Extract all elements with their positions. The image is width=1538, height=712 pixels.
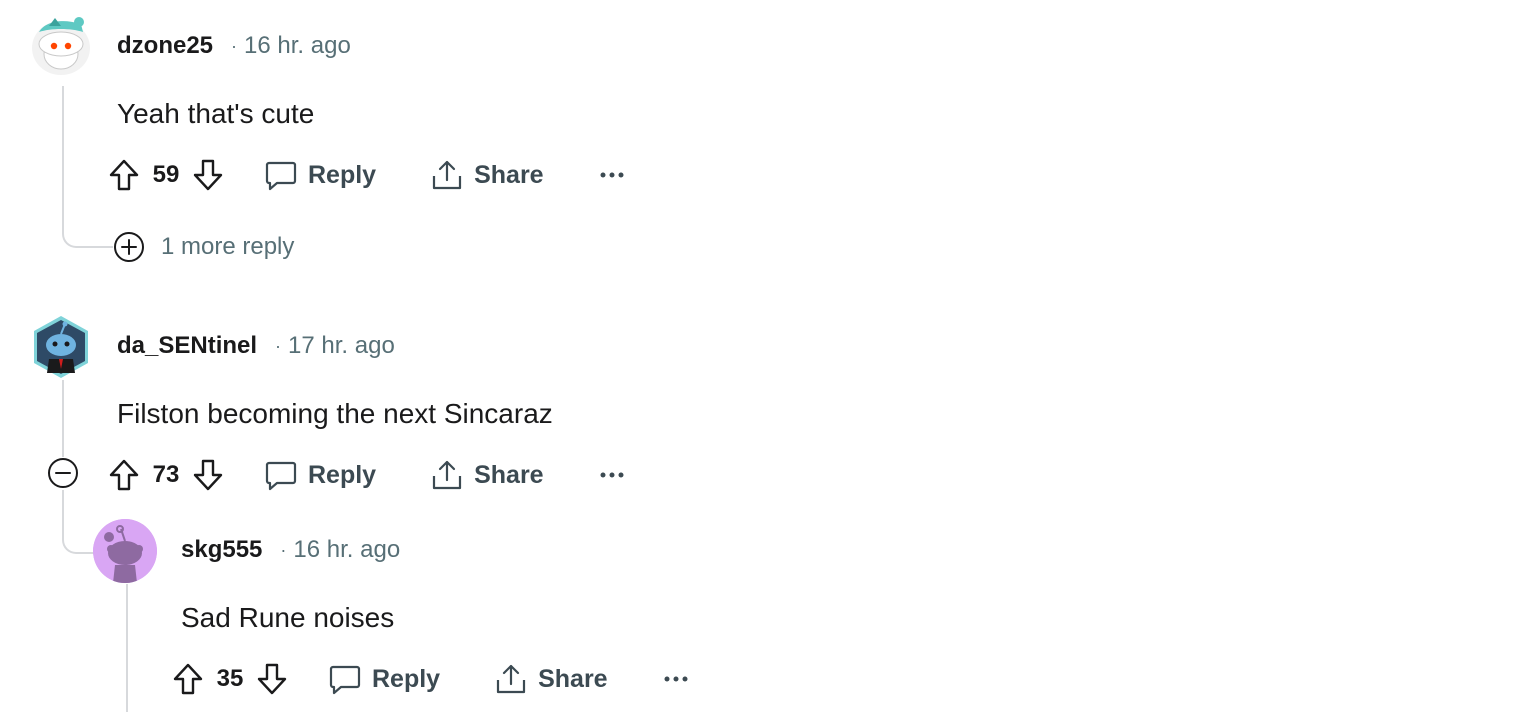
share-label: Share: [474, 160, 544, 189]
speech-bubble-icon: [265, 161, 297, 191]
share-button[interactable]: Share: [494, 662, 608, 696]
comment-body: Yeah that's cute: [117, 98, 315, 129]
share-button[interactable]: Share: [430, 458, 544, 492]
username[interactable]: dzone25: [117, 32, 213, 60]
reply-label: Reply: [308, 460, 377, 489]
reply-button[interactable]: Reply: [264, 458, 376, 492]
vote-score: 35: [216, 665, 244, 692]
reply-label: Reply: [372, 664, 441, 693]
comment-body: Filston becoming the next Sincaraz: [117, 398, 553, 429]
timestamp[interactable]: 16 hr. ago: [244, 32, 351, 60]
speech-bubble-icon: [265, 461, 297, 491]
thread-elbow: [62, 490, 94, 554]
reply-button[interactable]: Reply: [264, 158, 376, 192]
username[interactable]: skg555: [181, 536, 262, 564]
upvote-arrow-up-icon[interactable]: [170, 657, 206, 701]
timestamp[interactable]: 16 hr. ago: [293, 536, 400, 564]
more-replies-link[interactable]: 1 more reply: [161, 233, 294, 261]
share-label: Share: [474, 460, 544, 489]
more-options-ellipsis-icon[interactable]: [592, 453, 632, 497]
downvote-arrow-down-icon[interactable]: [254, 657, 290, 701]
thread-line: [62, 380, 64, 458]
share-upload-icon: [496, 664, 526, 694]
comment-actions: 73 Reply Share: [106, 453, 632, 497]
downvote-arrow-down-icon[interactable]: [190, 453, 226, 497]
comment-meta: skg555 · 16 hr. ago: [181, 536, 400, 564]
separator-dot: ·: [231, 35, 238, 56]
thread-line: [126, 584, 128, 712]
comment-body: Sad Rune noises: [181, 602, 395, 633]
reply-button[interactable]: Reply: [328, 662, 440, 696]
more-options-ellipsis-icon[interactable]: [656, 657, 696, 701]
vote-score: 59: [152, 161, 180, 188]
upvote-arrow-up-icon[interactable]: [106, 153, 142, 197]
downvote-arrow-down-icon[interactable]: [190, 153, 226, 197]
username[interactable]: da_SENtinel: [117, 332, 257, 360]
expand-plus-circle-icon[interactable]: [113, 231, 145, 263]
comment-actions: 35 Reply Share: [170, 657, 696, 701]
speech-bubble-icon: [329, 665, 361, 695]
vote-score: 73: [152, 461, 180, 488]
comment-actions: 59 Reply Share: [106, 153, 632, 197]
comment-meta: dzone25 · 16 hr. ago: [117, 32, 351, 60]
upvote-arrow-up-icon[interactable]: [106, 453, 142, 497]
comment-meta: da_SENtinel · 17 hr. ago: [117, 332, 395, 360]
share-label: Share: [538, 664, 608, 693]
share-button[interactable]: Share: [430, 158, 544, 192]
separator-dot: ·: [280, 539, 287, 560]
avatar[interactable]: [31, 315, 91, 379]
avatar[interactable]: [93, 519, 157, 583]
timestamp[interactable]: 17 hr. ago: [288, 332, 395, 360]
avatar[interactable]: [31, 14, 91, 76]
collapse-minus-circle-icon[interactable]: [47, 457, 79, 489]
separator-dot: ·: [275, 335, 282, 356]
share-upload-icon: [432, 160, 462, 190]
share-upload-icon: [432, 460, 462, 490]
more-options-ellipsis-icon[interactable]: [592, 153, 632, 197]
reply-label: Reply: [308, 160, 377, 189]
thread-elbow: [62, 200, 114, 248]
